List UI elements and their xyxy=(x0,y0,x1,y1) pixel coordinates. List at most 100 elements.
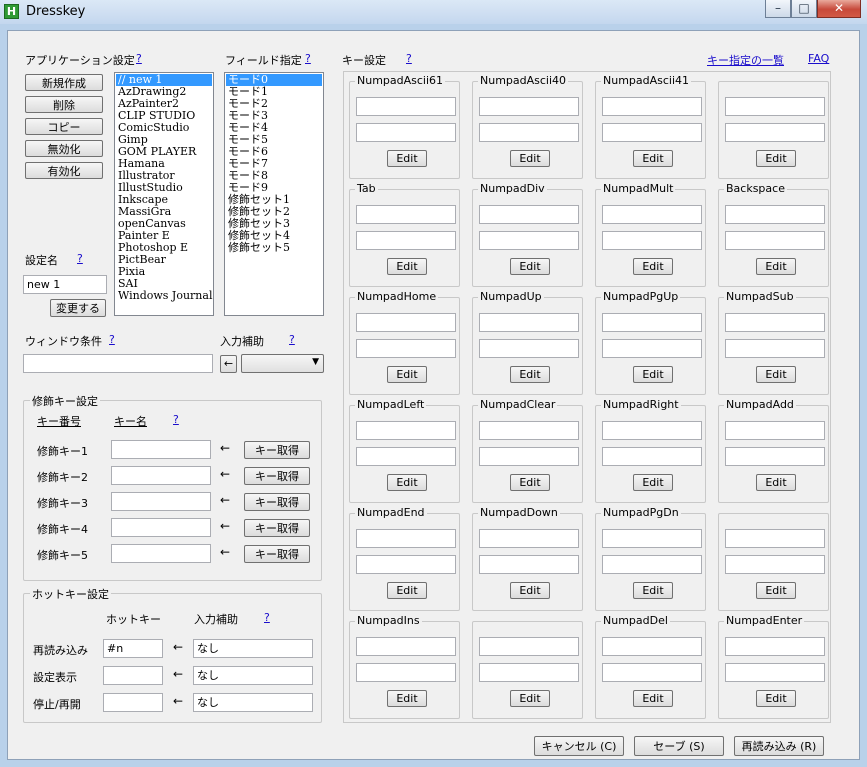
key-primary-input[interactable] xyxy=(725,97,825,116)
disable-button[interactable]: 無効化 xyxy=(25,140,103,157)
get-key-button[interactable]: キー取得 xyxy=(244,441,310,459)
save-button[interactable]: セーブ (S) xyxy=(634,736,724,756)
key-secondary-input[interactable] xyxy=(479,123,579,142)
modifier-key-input[interactable] xyxy=(111,466,211,485)
key-secondary-input[interactable] xyxy=(602,555,702,574)
key-primary-input[interactable] xyxy=(725,637,825,656)
key-secondary-input[interactable] xyxy=(725,663,825,682)
faq-link[interactable]: FAQ xyxy=(808,52,829,65)
get-key-button[interactable]: キー取得 xyxy=(244,493,310,511)
key-primary-input[interactable] xyxy=(356,421,456,440)
edit-button[interactable]: Edit xyxy=(387,690,427,707)
key-secondary-input[interactable] xyxy=(479,663,579,682)
edit-button[interactable]: Edit xyxy=(510,690,550,707)
app-listbox[interactable]: // new 1 AzDrawing2 AzPainter2 CLIP STUD… xyxy=(114,72,214,316)
input-assist-help-link[interactable]: ? xyxy=(289,333,295,346)
key-primary-input[interactable] xyxy=(725,313,825,332)
key-secondary-input[interactable] xyxy=(602,447,702,466)
field-spec-help-link[interactable]: ? xyxy=(305,52,311,65)
key-primary-input[interactable] xyxy=(602,529,702,548)
key-secondary-input[interactable] xyxy=(725,123,825,142)
new-button[interactable]: 新規作成 xyxy=(25,74,103,91)
key-primary-input[interactable] xyxy=(479,205,579,224)
edit-button[interactable]: Edit xyxy=(756,150,796,167)
hotkey-input[interactable] xyxy=(103,666,163,685)
key-primary-input[interactable] xyxy=(602,97,702,116)
edit-button[interactable]: Edit xyxy=(510,258,550,275)
setting-name-input[interactable]: new 1 xyxy=(23,275,107,294)
key-primary-input[interactable] xyxy=(602,205,702,224)
edit-button[interactable]: Edit xyxy=(756,690,796,707)
minimize-button[interactable]: – xyxy=(765,0,791,18)
key-secondary-input[interactable] xyxy=(602,663,702,682)
edit-button[interactable]: Edit xyxy=(387,258,427,275)
key-primary-input[interactable] xyxy=(725,205,825,224)
key-secondary-input[interactable] xyxy=(479,231,579,250)
window-condition-input[interactable] xyxy=(23,354,213,373)
edit-button[interactable]: Edit xyxy=(756,582,796,599)
key-secondary-input[interactable] xyxy=(356,231,456,250)
key-secondary-input[interactable] xyxy=(356,447,456,466)
get-key-button[interactable]: キー取得 xyxy=(244,545,310,563)
close-button[interactable]: ✕ xyxy=(817,0,861,18)
edit-button[interactable]: Edit xyxy=(633,690,673,707)
edit-button[interactable]: Edit xyxy=(387,150,427,167)
key-primary-input[interactable] xyxy=(479,637,579,656)
key-secondary-input[interactable] xyxy=(479,447,579,466)
field-list-item[interactable]: 修飾セット5 xyxy=(226,242,322,254)
edit-button[interactable]: Edit xyxy=(756,258,796,275)
reload-button[interactable]: 再読み込み (R) xyxy=(734,736,824,756)
maximize-button[interactable]: □ xyxy=(791,0,817,18)
key-secondary-input[interactable] xyxy=(356,339,456,358)
change-button[interactable]: 変更する xyxy=(50,299,106,317)
key-primary-input[interactable] xyxy=(356,205,456,224)
key-primary-input[interactable] xyxy=(602,637,702,656)
key-secondary-input[interactable] xyxy=(725,555,825,574)
cancel-button[interactable]: キャンセル (C) xyxy=(534,736,624,756)
edit-button[interactable]: Edit xyxy=(756,366,796,383)
hotkey-help-link[interactable]: ? xyxy=(264,611,270,624)
key-secondary-input[interactable] xyxy=(356,123,456,142)
key-settings-help-link[interactable]: ? xyxy=(406,52,412,65)
key-secondary-input[interactable] xyxy=(725,339,825,358)
key-secondary-input[interactable] xyxy=(479,555,579,574)
key-secondary-input[interactable] xyxy=(356,663,456,682)
edit-button[interactable]: Edit xyxy=(756,474,796,491)
key-secondary-input[interactable] xyxy=(602,231,702,250)
modifier-key-input[interactable] xyxy=(111,440,211,459)
key-primary-input[interactable] xyxy=(725,421,825,440)
key-secondary-input[interactable] xyxy=(479,339,579,358)
edit-button[interactable]: Edit xyxy=(387,366,427,383)
modifier-key-input[interactable] xyxy=(111,544,211,563)
window-condition-help-link[interactable]: ? xyxy=(109,333,115,346)
delete-button[interactable]: 削除 xyxy=(25,96,103,113)
input-assist-combo[interactable]: ▼ xyxy=(241,354,324,373)
edit-button[interactable]: Edit xyxy=(633,258,673,275)
hotkey-assist-input[interactable]: なし xyxy=(193,693,313,712)
copy-button[interactable]: コピー xyxy=(25,118,103,135)
modifier-key-input[interactable] xyxy=(111,518,211,537)
assist-insert-button[interactable]: ← xyxy=(220,355,237,373)
key-secondary-input[interactable] xyxy=(602,123,702,142)
key-primary-input[interactable] xyxy=(356,529,456,548)
key-primary-input[interactable] xyxy=(356,313,456,332)
key-primary-input[interactable] xyxy=(479,97,579,116)
key-primary-input[interactable] xyxy=(479,313,579,332)
key-primary-input[interactable] xyxy=(602,313,702,332)
edit-button[interactable]: Edit xyxy=(510,150,550,167)
hotkey-input[interactable]: #n xyxy=(103,639,163,658)
key-secondary-input[interactable] xyxy=(725,447,825,466)
app-settings-help-link[interactable]: ? xyxy=(136,52,142,65)
edit-button[interactable]: Edit xyxy=(387,474,427,491)
edit-button[interactable]: Edit xyxy=(387,582,427,599)
edit-button[interactable]: Edit xyxy=(633,366,673,383)
edit-button[interactable]: Edit xyxy=(633,150,673,167)
key-secondary-input[interactable] xyxy=(356,555,456,574)
app-list-item[interactable]: Windows Journal xyxy=(116,290,212,302)
key-primary-input[interactable] xyxy=(602,421,702,440)
key-primary-input[interactable] xyxy=(356,637,456,656)
key-secondary-input[interactable] xyxy=(602,339,702,358)
setting-name-help-link[interactable]: ? xyxy=(77,252,83,265)
hotkey-assist-input[interactable]: なし xyxy=(193,639,313,658)
edit-button[interactable]: Edit xyxy=(633,474,673,491)
